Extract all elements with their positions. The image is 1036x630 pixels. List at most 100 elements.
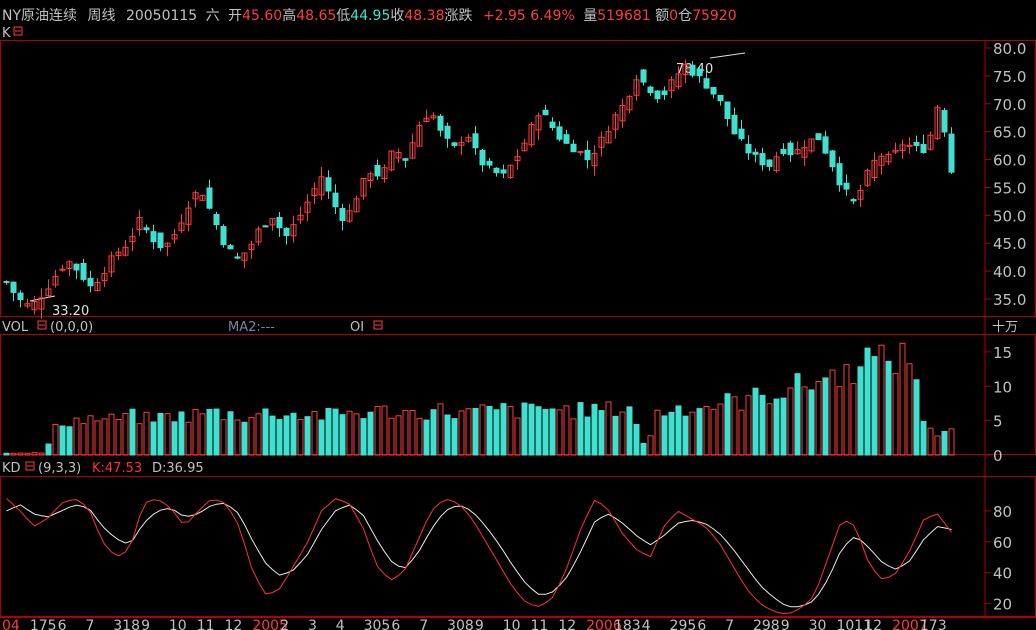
volume-bar <box>255 413 262 456</box>
volume-bar <box>227 411 234 456</box>
volume-bar <box>507 406 514 456</box>
candle-body <box>556 126 563 140</box>
volume-bar <box>493 409 500 456</box>
volume-bar <box>640 442 647 456</box>
kd-d-value: D:36.95 <box>152 461 204 476</box>
volume-bar <box>150 421 157 456</box>
time-axis-label: 4 <box>642 618 651 630</box>
volume-bar <box>535 406 542 456</box>
volume-bar <box>941 430 948 456</box>
candle-body <box>332 192 339 208</box>
volume-bar <box>563 405 570 456</box>
kd-axis-label: 40 <box>993 565 1012 583</box>
volume-bar <box>731 396 738 456</box>
volume-bar <box>269 415 276 456</box>
volume-bar <box>465 408 472 456</box>
volume-bar <box>836 386 843 456</box>
volume-bar <box>619 411 626 456</box>
volume-bar <box>451 418 458 456</box>
time-axis-label: 9 <box>781 618 790 630</box>
volume-bar <box>857 366 864 456</box>
candle-body <box>815 133 822 141</box>
candle-body <box>3 281 10 284</box>
candle-body <box>563 134 570 144</box>
volume-axis-label: 15 <box>993 344 1012 362</box>
volume-bar <box>626 406 633 456</box>
candle-body <box>696 68 703 77</box>
volume-bar <box>423 419 430 456</box>
volume-bar <box>871 356 878 456</box>
volume-bar <box>101 418 108 456</box>
volume-bar <box>717 403 724 456</box>
volume-bar <box>59 425 66 456</box>
volume-bar <box>402 409 409 456</box>
candle-body <box>451 142 458 146</box>
time-axis-label: 2 <box>280 618 289 630</box>
volume-bar <box>486 405 493 456</box>
volume-bar <box>136 423 143 456</box>
volume-bar <box>381 405 388 456</box>
candle-body <box>780 148 787 155</box>
volume-bar <box>318 419 325 456</box>
volume-bar <box>696 408 703 456</box>
volume-bar <box>710 408 717 456</box>
candle-body <box>913 141 920 146</box>
volume-bar <box>759 394 766 456</box>
volume-bar <box>528 403 535 456</box>
volume-bar <box>815 380 822 456</box>
volume-bar <box>444 414 451 456</box>
candle-body <box>220 226 227 246</box>
volume-bar <box>297 418 304 456</box>
candle-body <box>640 69 647 83</box>
futures-chart[interactable]: K VOL (0,0,0) MA2:--- OI 十万 KD (9,3,3) K… <box>0 0 1036 630</box>
volume-bar <box>360 418 367 456</box>
volume-bar <box>514 417 521 456</box>
time-axis-label: 30 <box>809 618 827 630</box>
time-axis-label: 10 <box>169 618 187 630</box>
volume-bar <box>843 364 850 456</box>
candle-body <box>206 187 213 209</box>
candle-body <box>500 169 507 174</box>
volume-bar <box>570 418 577 456</box>
candle-body <box>549 121 556 129</box>
time-axis-label: 12 <box>225 618 243 630</box>
volume-bar <box>332 408 339 456</box>
volume-bar <box>598 410 605 456</box>
volume-bar <box>276 419 283 456</box>
candle-body <box>325 177 332 192</box>
candle-body <box>542 109 549 116</box>
volume-bar <box>388 417 395 456</box>
candle-body <box>703 78 710 89</box>
volume-bar <box>185 421 192 456</box>
time-axis-label: 318 <box>113 618 140 630</box>
candle-body <box>262 225 269 228</box>
volume-bar <box>346 410 353 456</box>
volume-bar <box>794 373 801 456</box>
price-axis-label: 35.0 <box>993 291 1026 309</box>
volume-bar <box>920 420 927 456</box>
ma2-label: MA2:--- <box>228 320 275 335</box>
volume-bar <box>283 415 290 456</box>
price-axis-label: 75.0 <box>993 68 1026 86</box>
kd-k-value: K:47.53 <box>92 461 142 476</box>
candle-body <box>710 86 717 95</box>
volume-bar <box>745 395 752 456</box>
candle-body <box>731 114 738 135</box>
volume-bar <box>241 421 248 456</box>
candle-body <box>437 115 444 131</box>
candle-body <box>402 158 409 161</box>
volume-bar <box>892 372 899 456</box>
volume-bar <box>458 410 465 456</box>
volume-bar <box>549 408 556 456</box>
time-axis-label: 6 <box>697 618 706 630</box>
time-axis-label: 11 <box>197 618 215 630</box>
volume-bar <box>143 411 150 456</box>
volume-bar <box>668 411 675 456</box>
volume-bar <box>87 415 94 456</box>
price-axis-label: 45.0 <box>993 235 1026 253</box>
candle-body <box>570 143 577 153</box>
volume-bar <box>913 379 920 456</box>
time-axis-label: 6 <box>391 618 400 630</box>
time-axis-label: 305 <box>364 618 391 630</box>
volume-axis-label: 0 <box>993 447 1003 465</box>
